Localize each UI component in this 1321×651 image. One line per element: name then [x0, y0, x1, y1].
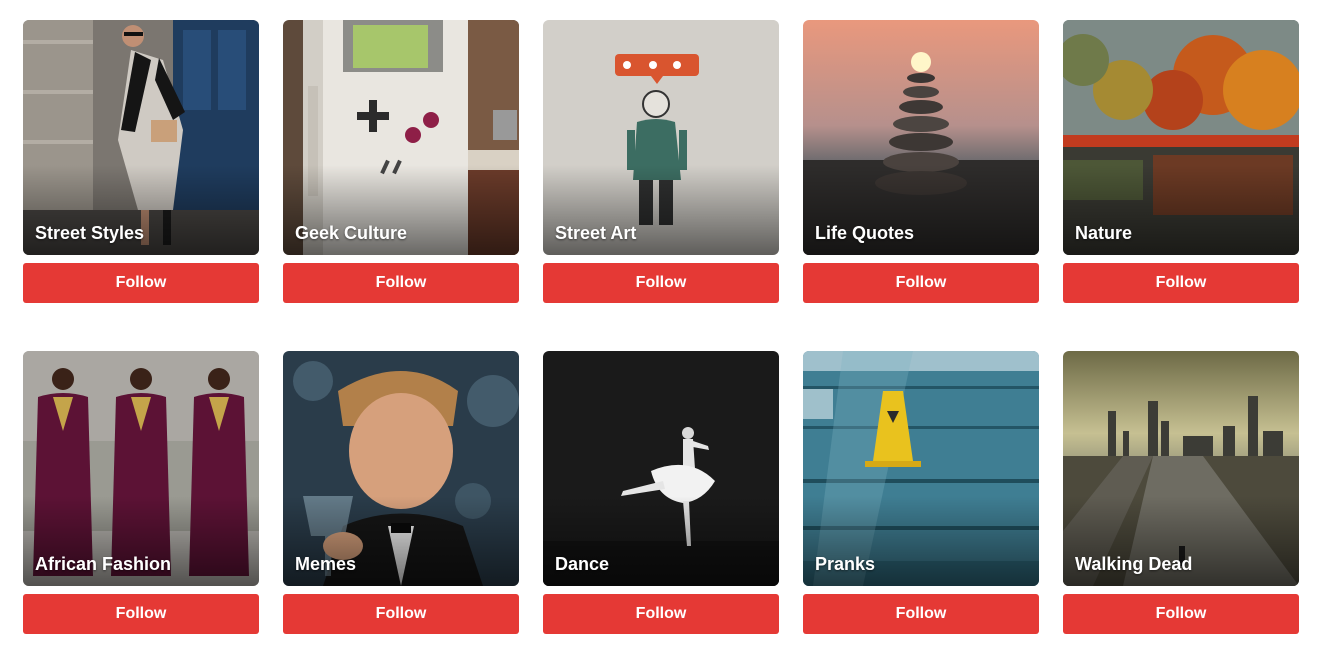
topic-card-geek-culture: Geek Culture Follow	[283, 20, 519, 303]
topic-card-african-fashion: African Fashion Follow	[23, 351, 259, 634]
follow-button[interactable]: Follow	[23, 263, 259, 303]
topic-card-nature: Nature Follow	[1063, 20, 1299, 303]
topic-image[interactable]: Dance	[543, 351, 779, 586]
topic-image[interactable]: Street Art	[543, 20, 779, 255]
follow-button[interactable]: Follow	[23, 594, 259, 634]
follow-button[interactable]: Follow	[283, 263, 519, 303]
follow-button[interactable]: Follow	[1063, 594, 1299, 634]
topic-title: Geek Culture	[295, 223, 408, 243]
topic-image[interactable]: Nature	[1063, 20, 1299, 255]
follow-button[interactable]: Follow	[1063, 263, 1299, 303]
topic-title: Street Art	[555, 223, 637, 243]
topic-title: Dance	[555, 554, 610, 574]
topics-grid: Street Styles Follow Geek Culture Follow…	[23, 20, 1299, 634]
topic-title: Nature	[1075, 223, 1133, 243]
topic-card-pranks: Pranks Follow	[803, 351, 1039, 634]
topic-image[interactable]: Life Quotes	[803, 20, 1039, 255]
follow-button[interactable]: Follow	[283, 594, 519, 634]
topic-title: African Fashion	[35, 554, 172, 574]
topic-title: Memes	[295, 554, 357, 574]
topic-image[interactable]: Pranks	[803, 351, 1039, 586]
topic-card-street-art: Street Art Follow	[543, 20, 779, 303]
topic-title: Street Styles	[35, 223, 145, 243]
follow-button[interactable]: Follow	[543, 263, 779, 303]
follow-button[interactable]: Follow	[543, 594, 779, 634]
topic-image[interactable]: Walking Dead	[1063, 351, 1299, 586]
topic-title: Pranks	[815, 554, 876, 574]
topic-image[interactable]: Geek Culture	[283, 20, 519, 255]
topic-card-memes: Memes Follow	[283, 351, 519, 634]
topic-image[interactable]: Street Styles	[23, 20, 259, 255]
topic-image[interactable]: Memes	[283, 351, 519, 586]
topic-title: Walking Dead	[1075, 554, 1193, 574]
follow-button[interactable]: Follow	[803, 263, 1039, 303]
topic-card-street-styles: Street Styles Follow	[23, 20, 259, 303]
topic-card-walking-dead: Walking Dead Follow	[1063, 351, 1299, 634]
topic-title: Life Quotes	[815, 223, 915, 243]
follow-button[interactable]: Follow	[803, 594, 1039, 634]
topic-card-dance: Dance Follow	[543, 351, 779, 634]
topic-image[interactable]: African Fashion	[23, 351, 259, 586]
topic-card-life-quotes: Life Quotes Follow	[803, 20, 1039, 303]
